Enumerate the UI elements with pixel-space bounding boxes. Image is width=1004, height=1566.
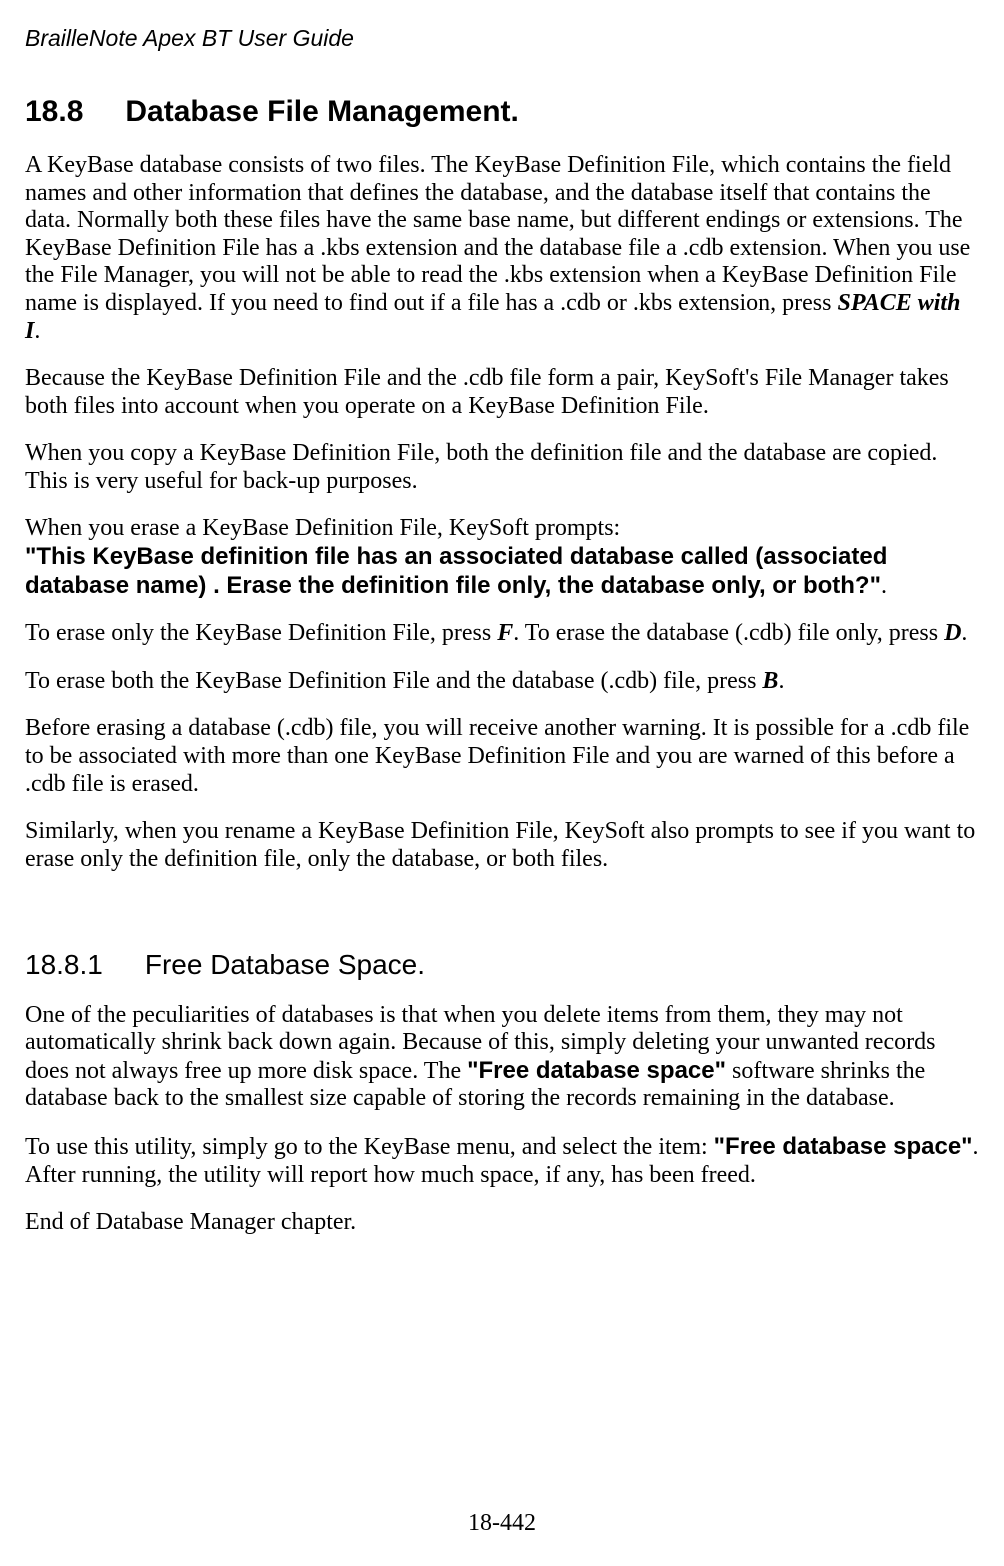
- spacer: [25, 893, 980, 949]
- text: To erase both the KeyBase Definition Fil…: [25, 668, 762, 694]
- page-header: BrailleNote Apex BT User Guide: [25, 25, 980, 51]
- ui-label: "Free database space": [467, 1057, 726, 1084]
- text: .: [778, 668, 784, 694]
- paragraph: To use this utility, simply go to the Ke…: [25, 1133, 980, 1189]
- section-number: 18.8: [25, 95, 83, 130]
- paragraph: To erase both the KeyBase Definition Fil…: [25, 668, 980, 696]
- text: .: [961, 620, 967, 646]
- section-title: Database File Management.: [125, 95, 518, 128]
- section-number: 18.8.1: [25, 949, 103, 981]
- ui-label: "Free database space": [714, 1133, 973, 1160]
- prompt-text: "This KeyBase definition file has an ass…: [25, 543, 887, 599]
- paragraph: Before erasing a database (.cdb) file, y…: [25, 715, 980, 798]
- page-content: BrailleNote Apex BT User Guide 18.8 Datab…: [0, 0, 1004, 1566]
- paragraph: End of Database Manager chapter.: [25, 1209, 980, 1237]
- paragraph: A KeyBase database consists of two files…: [25, 152, 980, 345]
- keystroke: B: [762, 668, 778, 694]
- paragraph: When you erase a KeyBase Definition File…: [25, 515, 980, 600]
- paragraph: Similarly, when you rename a KeyBase Def…: [25, 818, 980, 873]
- text: .: [881, 573, 887, 599]
- keystroke: F: [497, 620, 513, 646]
- section-heading-18-8: 18.8 Database File Management.: [25, 95, 980, 130]
- paragraph: When you copy a KeyBase Definition File,…: [25, 440, 980, 495]
- page-footer: 18-442: [0, 1510, 1004, 1538]
- paragraph: Because the KeyBase Definition File and …: [25, 365, 980, 420]
- text: A KeyBase database consists of two files…: [25, 152, 970, 316]
- section-title: Free Database Space.: [145, 949, 425, 980]
- text: .: [34, 318, 40, 344]
- text: When you erase a KeyBase Definition File…: [25, 515, 620, 541]
- text: To use this utility, simply go to the Ke…: [25, 1134, 714, 1160]
- text: To erase only the KeyBase Definition Fil…: [25, 620, 497, 646]
- paragraph: To erase only the KeyBase Definition Fil…: [25, 620, 980, 648]
- text: . To erase the database (.cdb) file only…: [513, 620, 944, 646]
- keystroke: D: [944, 620, 961, 646]
- section-heading-18-8-1: 18.8.1 Free Database Space.: [25, 949, 980, 981]
- paragraph: One of the peculiarities of databases is…: [25, 1002, 980, 1113]
